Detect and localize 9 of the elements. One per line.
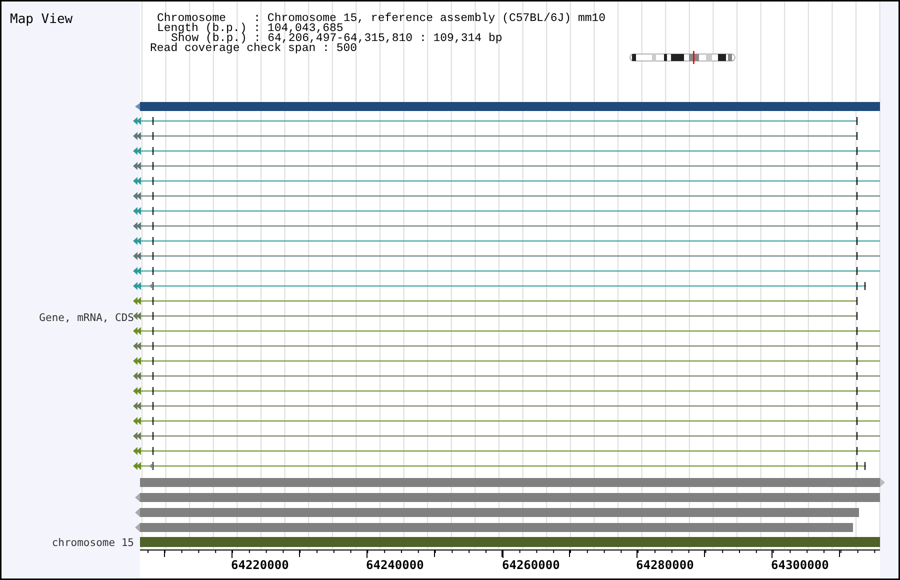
axis-tick-label: 64300000: [771, 558, 829, 572]
track-label: chromosome 15: [52, 537, 134, 549]
track-label: Gene, mRNA, CDS: [39, 312, 134, 324]
axis-tick-label: 64240000: [366, 558, 424, 572]
axis-tick-label: 64220000: [231, 558, 289, 572]
info-line: Read coverage check span : 500: [150, 42, 358, 55]
axis-tick-label: 64280000: [636, 558, 694, 572]
axis-tick-label: 64260000: [502, 558, 560, 572]
view-title: Map View: [10, 12, 73, 27]
